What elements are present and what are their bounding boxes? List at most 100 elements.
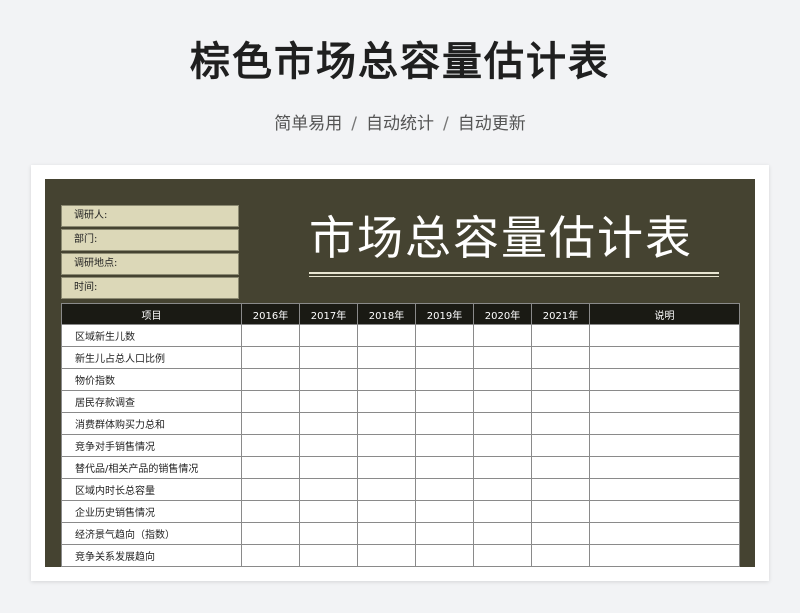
column-header-2021: 2021年 [531,303,590,325]
column-header-item: 项目 [61,303,242,325]
data-cell[interactable] [589,544,740,567]
data-cell[interactable] [299,346,358,369]
row-label: 企业历史销售情况 [61,500,242,523]
data-cell[interactable] [357,500,416,523]
data-cell[interactable] [589,478,740,501]
data-cell[interactable] [299,544,358,567]
data-cell[interactable] [299,390,358,413]
table-header-row: 项目 2016年 2017年 2018年 2019年 2020年 2021年 说… [61,303,740,325]
data-cell[interactable] [299,500,358,523]
data-cell[interactable] [415,412,474,435]
data-cell[interactable] [241,412,300,435]
data-cell[interactable] [589,390,740,413]
data-cell[interactable] [473,522,532,545]
data-cell[interactable] [589,434,740,457]
data-cell[interactable] [589,456,740,479]
data-cell[interactable] [357,412,416,435]
data-cell[interactable] [415,368,474,391]
data-cell[interactable] [241,544,300,567]
data-cell[interactable] [415,346,474,369]
data-cell[interactable] [299,522,358,545]
table-row: 居民存款调查 [61,390,740,413]
data-cell[interactable] [473,456,532,479]
data-cell[interactable] [415,544,474,567]
data-cell[interactable] [299,478,358,501]
data-cell[interactable] [589,522,740,545]
data-cell[interactable] [299,412,358,435]
data-cell[interactable] [589,324,740,347]
row-label: 消费群体购买力总和 [61,412,242,435]
data-cell[interactable] [241,368,300,391]
column-header-2020: 2020年 [473,303,532,325]
row-label: 竞争对手销售情况 [61,434,242,457]
data-cell[interactable] [589,346,740,369]
row-label: 居民存款调查 [61,390,242,413]
info-location[interactable]: 调研地点: [61,253,239,275]
data-cell[interactable] [241,522,300,545]
data-cell[interactable] [241,390,300,413]
table-row: 消费群体购买力总和 [61,412,740,435]
data-cell[interactable] [357,478,416,501]
data-cell[interactable] [531,390,590,413]
data-cell[interactable] [415,522,474,545]
data-cell[interactable] [589,500,740,523]
data-cell[interactable] [531,434,590,457]
data-cell[interactable] [531,368,590,391]
data-cell[interactable] [415,500,474,523]
data-cell[interactable] [473,368,532,391]
preview-card: 调研人: 部门: 调研地点: 时间: 市场总容量估计表 项目 2016年 201… [31,165,769,581]
table-row: 替代品/相关产品的销售情况 [61,456,740,479]
data-cell[interactable] [241,324,300,347]
data-cell[interactable] [531,456,590,479]
data-cell[interactable] [473,412,532,435]
row-label: 区域内时长总容量 [61,478,242,501]
data-cell[interactable] [531,544,590,567]
tag-separator: / [443,114,449,134]
data-cell[interactable] [357,368,416,391]
data-cell[interactable] [415,324,474,347]
row-label: 替代品/相关产品的销售情况 [61,456,242,479]
data-cell[interactable] [473,478,532,501]
data-cell[interactable] [241,346,300,369]
data-cell[interactable] [357,390,416,413]
data-cell[interactable] [357,456,416,479]
data-cell[interactable] [589,368,740,391]
data-cell[interactable] [473,390,532,413]
data-cell[interactable] [415,456,474,479]
data-cell[interactable] [357,522,416,545]
data-cell[interactable] [531,478,590,501]
data-cell[interactable] [357,434,416,457]
data-cell[interactable] [531,346,590,369]
data-cell[interactable] [415,478,474,501]
sheet-title: 市场总容量估计表 [309,211,693,265]
info-date[interactable]: 时间: [61,277,239,299]
data-cell[interactable] [415,390,474,413]
data-cell[interactable] [531,500,590,523]
data-cell[interactable] [357,544,416,567]
data-cell[interactable] [357,324,416,347]
data-cell[interactable] [241,478,300,501]
data-cell[interactable] [473,346,532,369]
table-row: 区域新生儿数 [61,324,740,347]
data-cell[interactable] [299,434,358,457]
row-label: 物价指数 [61,368,242,391]
info-department[interactable]: 部门: [61,229,239,251]
data-cell[interactable] [357,346,416,369]
data-cell[interactable] [241,500,300,523]
data-cell[interactable] [589,412,740,435]
data-cell[interactable] [299,456,358,479]
data-cell[interactable] [473,434,532,457]
data-cell[interactable] [531,522,590,545]
data-cell[interactable] [415,434,474,457]
data-cell[interactable] [531,412,590,435]
table-row: 经济景气趋向（指数） [61,522,740,545]
data-cell[interactable] [531,324,590,347]
data-cell[interactable] [473,544,532,567]
info-researcher[interactable]: 调研人: [61,205,239,227]
data-cell[interactable] [299,324,358,347]
data-cell[interactable] [473,324,532,347]
data-cell[interactable] [241,434,300,457]
data-cell[interactable] [299,368,358,391]
data-cell[interactable] [473,500,532,523]
data-cell[interactable] [241,456,300,479]
